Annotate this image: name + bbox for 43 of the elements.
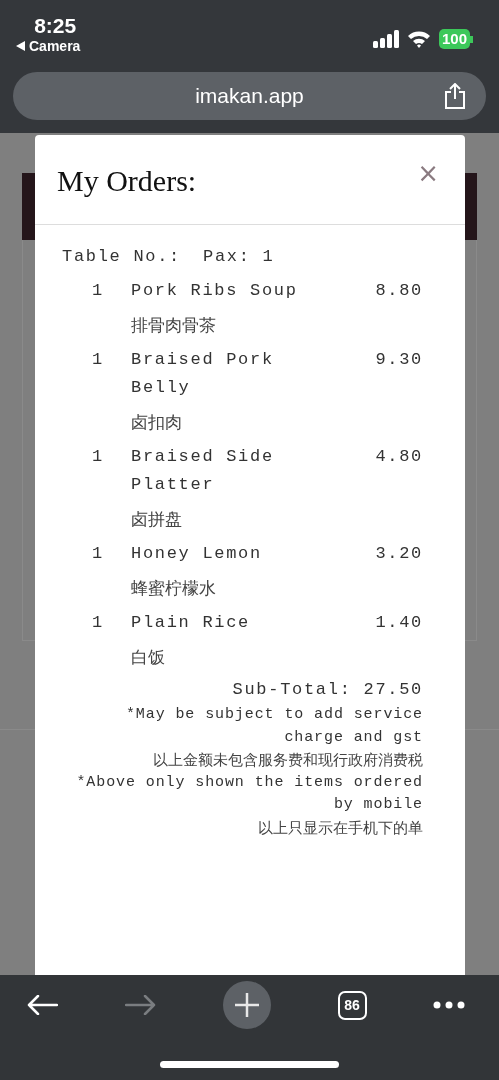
item-price: 3.20 (374, 543, 423, 565)
item-name: Pork Ribs Soup (131, 280, 299, 302)
item-chinese-name: 卤扣肉 (131, 411, 183, 434)
close-button[interactable]: × (413, 157, 443, 188)
signal-icon (372, 30, 399, 48)
item-name: Braised Side Platter (131, 446, 275, 496)
modal-title: My Orders: (57, 162, 197, 198)
back-arrow-icon[interactable] (26, 995, 58, 1015)
order-note: 以上只显示在手机下的单 (258, 817, 423, 839)
item-quantity: 1 (91, 612, 104, 634)
order-note: *May be subject to add service charge and gst (124, 705, 423, 748)
wifi-icon (406, 30, 431, 48)
address-bar[interactable]: imakan.app (13, 72, 486, 120)
plus-icon (234, 992, 260, 1018)
item-chinese-name: 蜂蜜柠檬水 (131, 577, 217, 600)
order-note: 以上金额未包含服务费和现行政府消费税 (153, 750, 423, 771)
battery-cap-icon (470, 35, 473, 43)
item-chinese-name: 排骨肉骨茶 (131, 314, 217, 337)
share-icon[interactable] (444, 83, 466, 109)
item-chinese-name: 白饭 (131, 646, 166, 669)
subtotal: Sub-Total: 27.50 (232, 679, 423, 701)
item-price: 4.80 (374, 446, 423, 468)
tab-count-button[interactable]: 86 (337, 990, 367, 1020)
back-triangle-icon (16, 41, 25, 51)
order-note: *Above only shown the items ordered by mobile (75, 772, 423, 815)
clock-time: 8:25 (33, 14, 77, 38)
item-quantity: 1 (91, 446, 104, 468)
item-price: 9.30 (374, 349, 423, 371)
item-name: Honey Lemon (131, 543, 263, 565)
new-tab-button[interactable] (223, 981, 271, 1029)
item-price: 8.80 (374, 280, 423, 302)
pax-count: Pax: 1 (203, 246, 275, 268)
back-to-app-link[interactable]: Camera (29, 38, 81, 54)
item-quantity: 1 (91, 543, 104, 565)
more-icon[interactable] (433, 1001, 465, 1009)
battery-level: 100 (438, 29, 470, 49)
table-number-label: Table No.: (62, 246, 182, 268)
item-quantity: 1 (91, 349, 104, 371)
item-price: 1.40 (374, 612, 423, 634)
item-name: Plain Rice (131, 612, 252, 634)
item-quantity: 1 (91, 280, 104, 302)
item-name: Braised Pork Belly (131, 349, 275, 399)
item-chinese-name: 卤拼盘 (131, 508, 183, 531)
